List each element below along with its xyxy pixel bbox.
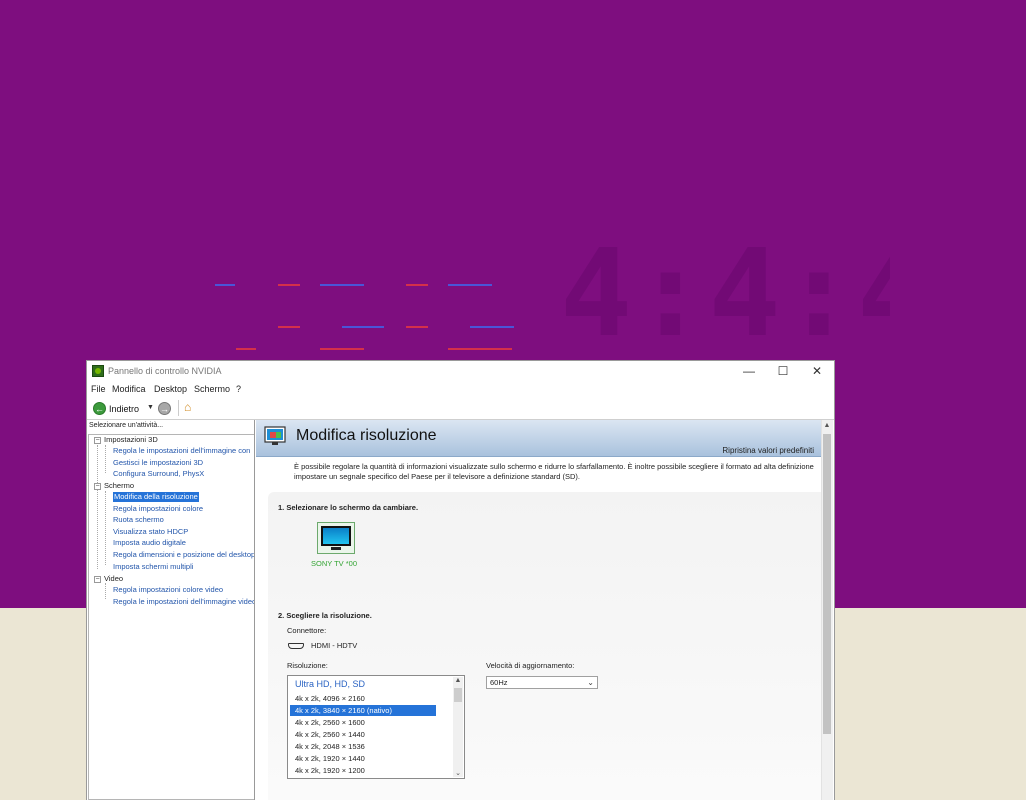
- page-description: È possibile regolare la quantità di info…: [294, 462, 814, 482]
- back-button-label[interactable]: Indietro: [109, 404, 139, 414]
- display-settings-icon: [264, 426, 286, 445]
- tree-item-manage-3d[interactable]: Gestisci le impostazioni 3D: [113, 458, 203, 468]
- page-header: Modifica risoluzione Ripristina valori p…: [256, 420, 822, 457]
- pattern-line: [278, 284, 300, 286]
- pattern-line: [470, 326, 514, 328]
- refresh-rate-label: Velocità di aggiornamento:: [486, 661, 575, 670]
- tree-category-video[interactable]: Video: [104, 574, 123, 584]
- tree-item-multiple-displays[interactable]: Imposta schermi multipli: [113, 562, 193, 572]
- restore-defaults-link[interactable]: Ripristina valori predefiniti: [722, 446, 814, 455]
- window-title: Pannello di controllo NVIDIA: [108, 366, 222, 376]
- tree-item-image-settings[interactable]: Regola le impostazioni dell'immagine con: [113, 446, 250, 456]
- tree-item-digital-audio[interactable]: Imposta audio digitale: [113, 538, 186, 548]
- tree-item-change-resolution[interactable]: Modifica della risoluzione: [113, 492, 199, 502]
- scroll-up-icon[interactable]: ▲: [453, 677, 463, 684]
- tree-category-display[interactable]: Schermo: [104, 481, 134, 491]
- pattern-line: [320, 348, 364, 350]
- page-title: Modifica risoluzione: [296, 427, 437, 444]
- tree-line: [105, 491, 106, 565]
- hdmi-icon: [288, 643, 304, 649]
- expand-collapse-icon[interactable]: −: [94, 483, 101, 490]
- menu-bar: File Modifica Desktop Schermo ?: [87, 381, 834, 397]
- task-pane: Selezionare un'attività... − Impostazion…: [87, 420, 255, 800]
- tree-line: [97, 445, 98, 569]
- refresh-rate-value: 60Hz: [490, 678, 508, 687]
- resolution-list-scrollbar[interactable]: ▲ ⌄: [453, 677, 463, 777]
- connector-value: HDMI - HDTV: [311, 641, 358, 650]
- pattern-line: [215, 284, 235, 286]
- pattern-line: [448, 348, 512, 350]
- scroll-up-icon[interactable]: ▲: [822, 422, 832, 429]
- step-choose-resolution: 2. Scegliere la risoluzione.: [278, 611, 372, 620]
- chevron-down-icon: ⌄: [587, 678, 594, 687]
- display-selector-sony-tv[interactable]: [317, 522, 355, 554]
- menu-modifica[interactable]: Modifica: [112, 384, 146, 394]
- menu-help[interactable]: ?: [236, 384, 241, 394]
- task-tree: − Impostazioni 3D Regola le impostazioni…: [88, 434, 254, 800]
- scroll-thumb[interactable]: [454, 688, 462, 702]
- tree-line: [105, 445, 106, 473]
- resolution-option-selected[interactable]: 4k x 2k, 3840 × 2160 (nativo): [290, 705, 436, 716]
- nvidia-control-panel-window: Pannello di controllo NVIDIA — ☐ ✕ File …: [86, 360, 835, 800]
- resolution-option[interactable]: 4k x 2k, 2560 × 1600: [290, 717, 436, 728]
- content-pane: Modifica risoluzione Ripristina valori p…: [256, 420, 822, 800]
- display-name[interactable]: SONY TV *00: [311, 559, 357, 568]
- resolution-option[interactable]: 4k x 2k, 1920 × 1200: [290, 765, 436, 776]
- description-line: impostare un segnale specifico del Paese…: [294, 472, 580, 481]
- pattern-line: [320, 284, 364, 286]
- back-arrow-icon[interactable]: ←: [93, 402, 106, 415]
- maximize-button[interactable]: ☐: [766, 361, 800, 381]
- tree-item-color-settings[interactable]: Regola impostazioni colore: [113, 504, 203, 514]
- desktop-pattern-text: 4:4:4: [560, 240, 890, 350]
- monitor-stand: [331, 547, 341, 550]
- expand-collapse-icon[interactable]: −: [94, 576, 101, 583]
- nvidia-app-icon: [92, 365, 104, 377]
- tree-category-3d[interactable]: Impostazioni 3D: [104, 435, 158, 445]
- toolbar-divider: [178, 400, 179, 416]
- forward-arrow-icon[interactable]: →: [158, 402, 171, 415]
- description-line: È possibile regolare la quantità di info…: [294, 462, 814, 471]
- close-button[interactable]: ✕: [800, 361, 834, 381]
- tree-item-video-color[interactable]: Regola impostazioni colore video: [113, 585, 223, 595]
- monitor-icon: [321, 526, 351, 546]
- resolution-option[interactable]: 4k x 2k, 2048 × 1536: [290, 741, 436, 752]
- pattern-line: [236, 348, 256, 350]
- tree-item-hdcp-status[interactable]: Visualizza stato HDCP: [113, 527, 188, 537]
- settings-panel: 1. Selezionare lo schermo da cambiare. S…: [268, 492, 822, 800]
- pattern-line: [406, 326, 428, 328]
- toolbar: ← Indietro ▼ → ⌂: [87, 397, 834, 420]
- menu-schermo[interactable]: Schermo: [194, 384, 230, 394]
- menu-desktop[interactable]: Desktop: [154, 384, 187, 394]
- tree-line: [105, 583, 106, 599]
- resolution-option[interactable]: 4k x 2k, 1920 × 1440: [290, 753, 436, 764]
- back-dropdown-chevron-icon[interactable]: ▼: [147, 404, 154, 411]
- resolution-group-header: Ultra HD, HD, SD: [295, 679, 366, 689]
- connector-label: Connettore:: [287, 626, 327, 635]
- refresh-rate-select[interactable]: 60Hz ⌄: [486, 676, 598, 689]
- pattern-line: [342, 326, 384, 328]
- content-scroll-thumb[interactable]: [823, 434, 831, 734]
- pattern-line: [448, 284, 492, 286]
- resolution-option[interactable]: 4k x 2k, 4096 × 2160: [290, 693, 436, 704]
- pattern-line: [278, 326, 300, 328]
- title-bar[interactable]: Pannello di controllo NVIDIA — ☐ ✕: [87, 361, 834, 381]
- menu-file[interactable]: File: [91, 384, 106, 394]
- task-pane-label: Selezionare un'attività...: [89, 422, 164, 429]
- content-scrollbar[interactable]: ▲: [821, 420, 833, 800]
- minimize-button[interactable]: —: [732, 361, 766, 381]
- resolution-label: Risoluzione:: [287, 661, 328, 670]
- step-select-display: 1. Selezionare lo schermo da cambiare.: [278, 503, 419, 512]
- expand-collapse-icon[interactable]: −: [94, 437, 101, 444]
- tree-item-desktop-size[interactable]: Regola dimensioni e posizione del deskto…: [113, 550, 254, 560]
- tree-item-video-image[interactable]: Regola le impostazioni dell'immagine vid…: [113, 597, 254, 607]
- tree-item-rotate-display[interactable]: Ruota schermo: [113, 515, 164, 525]
- tree-item-surround-physx[interactable]: Configura Surround, PhysX: [113, 469, 204, 479]
- home-icon[interactable]: ⌂: [184, 401, 191, 414]
- resolution-option[interactable]: 4k x 2k, 2560 × 1440: [290, 729, 436, 740]
- resolution-list[interactable]: Ultra HD, HD, SD 4k x 2k, 4096 × 2160 4k…: [287, 675, 465, 779]
- scroll-down-icon[interactable]: ⌄: [453, 769, 463, 777]
- pattern-line: [406, 284, 428, 286]
